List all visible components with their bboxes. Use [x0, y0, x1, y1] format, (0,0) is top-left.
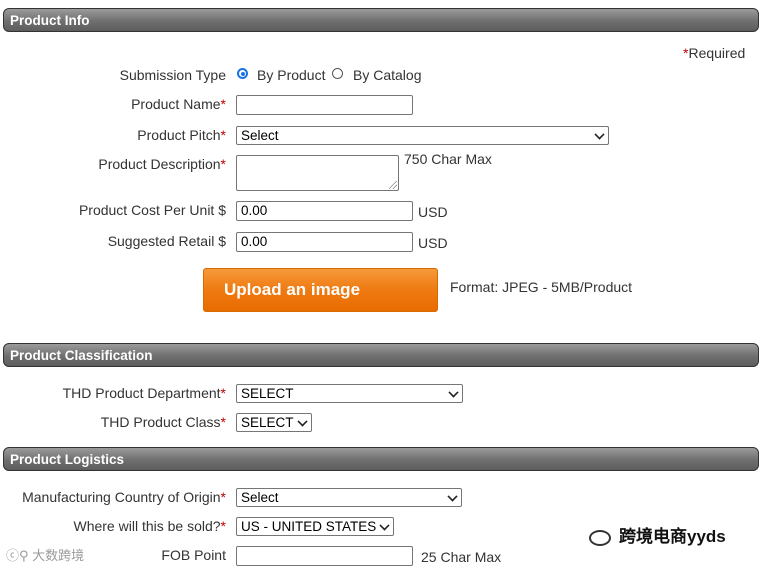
- required-note: *Required: [683, 45, 746, 61]
- chevron-down-icon: [448, 387, 459, 398]
- country-of-origin-label: Manufacturing Country of Origin*: [22, 489, 226, 505]
- section-header-product-info: Product Info: [3, 8, 759, 32]
- radio-by-catalog[interactable]: [332, 68, 343, 79]
- upload-format-hint: Format: JPEG - 5MB/Product: [450, 279, 633, 295]
- product-name-input[interactable]: [236, 95, 413, 115]
- thd-class-select[interactable]: SELECT: [236, 413, 312, 432]
- product-name-label: Product Name*: [131, 96, 226, 112]
- wechat-icon: [589, 529, 611, 546]
- suggested-retail-label: Suggested Retail $: [107, 233, 226, 249]
- suggested-retail-input[interactable]: 0.00: [236, 232, 413, 252]
- chevron-down-icon: [379, 520, 390, 531]
- cost-per-unit-currency: USD: [418, 204, 448, 220]
- watermark-left: ⓒ⚲ 大数跨境: [6, 548, 85, 563]
- suggested-retail-currency: USD: [418, 235, 448, 251]
- thd-department-label: THD Product Department*: [62, 385, 226, 401]
- where-sold-select[interactable]: US - UNITED STATES: [236, 517, 394, 536]
- country-of-origin-select[interactable]: Select: [236, 488, 462, 507]
- product-description-label: Product Description*: [98, 156, 226, 172]
- product-pitch-label: Product Pitch*: [137, 127, 226, 143]
- thd-class-label: THD Product Class*: [100, 414, 226, 430]
- product-description-hint: 750 Char Max: [404, 151, 492, 167]
- resize-grip-icon[interactable]: [389, 181, 397, 189]
- fob-point-hint: 25 Char Max: [421, 549, 502, 565]
- chevron-down-icon: [447, 491, 458, 502]
- cost-per-unit-label: Product Cost Per Unit $: [78, 202, 226, 218]
- fob-point-input[interactable]: [236, 546, 413, 566]
- watermark-logo-icon: ⓒ⚲: [6, 548, 33, 563]
- submission-type-label: Submission Type: [119, 67, 226, 83]
- watermark-right: 跨境电商yyds: [589, 522, 726, 547]
- radio-by-product-label: By Product: [257, 67, 326, 83]
- product-pitch-select[interactable]: Select: [236, 126, 609, 145]
- section-header-product-classification: Product Classification: [3, 343, 759, 367]
- product-description-textarea[interactable]: [236, 155, 399, 191]
- radio-by-catalog-label: By Catalog: [353, 67, 422, 83]
- fob-point-label: FOB Point: [161, 547, 226, 563]
- chevron-down-icon: [594, 129, 605, 140]
- chevron-down-icon: [297, 416, 308, 427]
- section-header-product-logistics: Product Logistics: [3, 447, 759, 471]
- cost-per-unit-input[interactable]: 0.00: [236, 201, 413, 221]
- where-sold-label: Where will this be sold?*: [73, 518, 226, 534]
- thd-department-select[interactable]: SELECT: [236, 384, 463, 403]
- upload-image-button[interactable]: Upload an image: [203, 268, 438, 312]
- radio-by-product[interactable]: [237, 68, 248, 79]
